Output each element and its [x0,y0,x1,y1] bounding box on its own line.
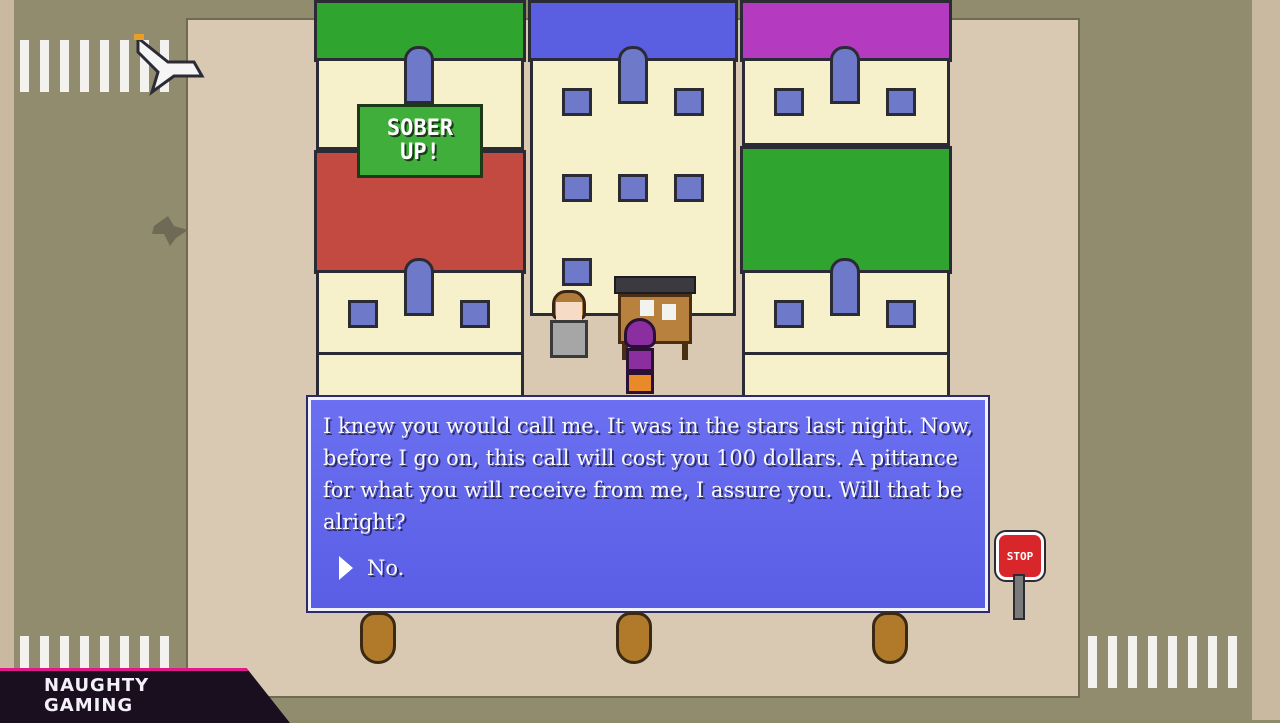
window [618,46,648,104]
dialog-text: I knew you would call me. It was in the … [323,414,973,534]
logo-text: NAUGHTY GAMING [44,676,149,716]
logo-line-2: GAMING [44,695,134,716]
roof-green-right [740,146,952,274]
sign-line-2: UP! [400,140,440,165]
window [460,300,490,328]
window [674,174,704,202]
window [886,300,916,328]
window [562,88,592,116]
npc-character[interactable] [548,290,590,360]
dialog-choice-no[interactable]: No. [339,556,404,580]
window [774,88,804,116]
palm-tree-trunk [616,612,652,664]
window [618,174,648,202]
sidewalk-left [0,0,14,720]
sober-up-sign: SOBER UP! [357,104,483,178]
palm-tree-trunk [872,612,908,664]
stop-sign-pole [1013,574,1025,620]
window [404,258,434,316]
crosswalk-bottom-right [1088,636,1237,688]
window [830,46,860,104]
sign-line-1: SOBER [386,116,454,141]
window [348,300,378,328]
building-bottom-left [316,352,524,402]
stop-sign-label: STOP [1006,549,1034,563]
logo-line-1: NAUGHTY [44,675,150,696]
window [404,46,434,104]
stop-sign: STOP [994,530,1046,582]
dialog-choice-label: No. [367,556,405,580]
window [674,88,704,116]
bird-shadow [152,216,188,246]
window [562,174,592,202]
sidewalk-right [1252,0,1280,720]
palm-tree-trunk [360,612,396,664]
dialog-box[interactable]: I knew you would call me. It was in the … [306,395,990,613]
window [886,88,916,116]
player-character [618,318,662,396]
window [562,258,592,286]
building-bottom-right [742,352,950,402]
selection-arrow-icon [339,556,353,580]
window [830,258,860,316]
window [774,300,804,328]
seagull-sprite [134,34,205,96]
